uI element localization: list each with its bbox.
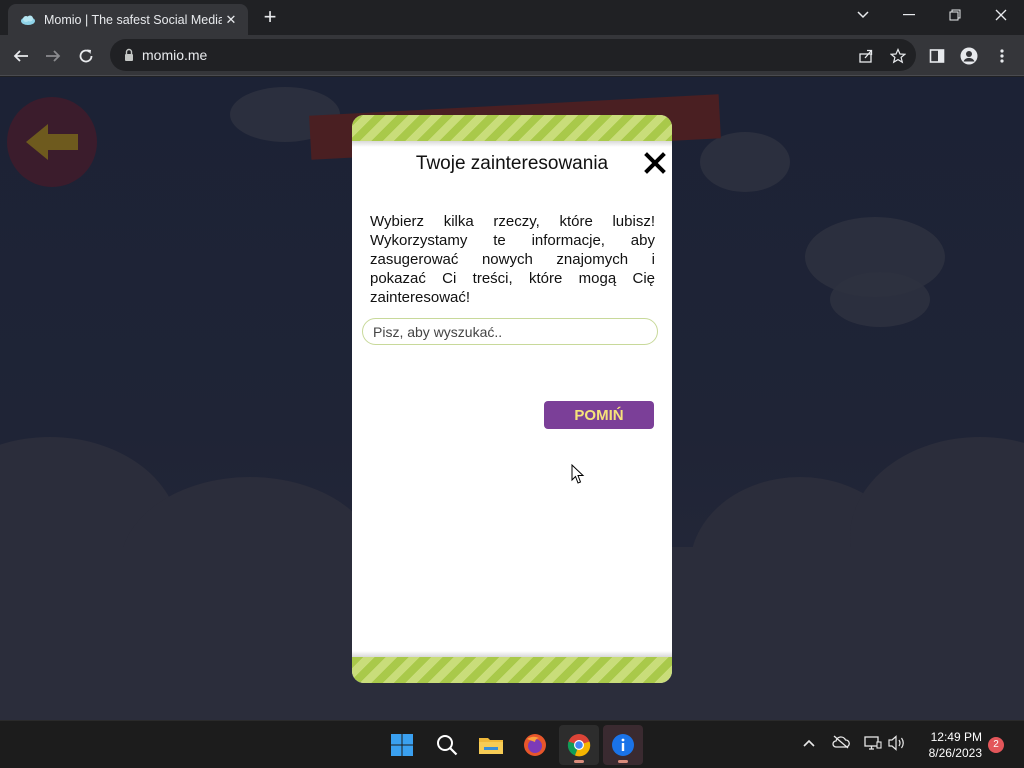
folder-icon [479, 738, 503, 754]
background-cloud [830, 272, 930, 327]
cloud-offline-icon [832, 735, 850, 749]
clock-time: 12:49 PM [930, 730, 982, 744]
star-icon [890, 48, 906, 64]
minimize-button[interactable] [886, 0, 932, 30]
profile-icon [960, 47, 978, 65]
mouse-cursor-icon [571, 464, 585, 484]
share-button[interactable] [853, 43, 879, 69]
windows-start-icon [391, 734, 413, 756]
arrow-left-icon [26, 124, 78, 160]
restore-button[interactable] [932, 0, 978, 30]
skip-button[interactable]: POMIŃ [544, 401, 654, 429]
page-viewport: Twoje zainteresowania Wybierz kilka rzec… [0, 77, 1024, 720]
onedrive-button[interactable] [832, 735, 850, 754]
tab-strip: Momio | The safest Social Media ✕ + [0, 0, 1024, 35]
chevron-down-icon [857, 11, 869, 19]
address-bar[interactable]: momio.me [110, 39, 916, 71]
firefox-icon [524, 734, 546, 756]
search-taskbar-button[interactable] [427, 725, 467, 765]
network-icon [864, 736, 882, 750]
tab-title: Momio | The safest Social Media [44, 12, 222, 27]
modal-title: Twoje zainteresowania [415, 153, 609, 174]
info-icon [612, 734, 634, 756]
interest-search-input[interactable] [362, 318, 658, 345]
network-button[interactable] [864, 735, 882, 756]
firefox-button[interactable] [515, 725, 555, 765]
clock-date: 8/26/2023 [928, 746, 982, 760]
chrome-icon [567, 734, 591, 757]
active-app-indicator [618, 760, 628, 763]
clock[interactable]: 12:49 PM 8/26/2023 [916, 729, 982, 761]
info-app-button[interactable] [603, 725, 643, 765]
back-nav-button[interactable] [8, 43, 34, 69]
windows-taskbar: 12:49 PM 8/26/2023 [0, 720, 1024, 768]
minimize-icon [903, 14, 915, 16]
modal-bottom-stripe [352, 651, 672, 683]
restore-icon [949, 9, 961, 21]
tab-close-icon[interactable]: ✕ [222, 12, 240, 28]
arrow-right-icon [46, 50, 61, 62]
close-icon [995, 9, 1007, 21]
lock-icon [125, 48, 133, 61]
volume-button[interactable] [888, 735, 906, 756]
arrow-left-icon [13, 50, 28, 62]
more-vert-icon [1000, 49, 1004, 63]
active-app-indicator [574, 760, 584, 763]
profile-button[interactable] [956, 43, 982, 69]
interests-modal: Twoje zainteresowania Wybierz kilka rzec… [352, 115, 672, 683]
chevron-up-icon [803, 739, 815, 747]
file-explorer-button[interactable] [471, 725, 511, 765]
menu-button[interactable] [989, 43, 1015, 69]
close-window-button[interactable] [978, 0, 1024, 30]
reload-icon [79, 49, 93, 63]
side-panel-button[interactable] [924, 43, 950, 69]
bookmark-button[interactable] [885, 43, 911, 69]
forward-nav-button[interactable] [40, 43, 66, 69]
notification-badge[interactable]: 2 [988, 737, 1004, 753]
start-button[interactable] [382, 725, 422, 765]
tab-search-button[interactable] [840, 0, 886, 30]
background-cloud [700, 132, 790, 192]
reload-button[interactable] [73, 43, 99, 69]
new-tab-button[interactable]: + [258, 6, 282, 30]
tab-momio[interactable]: Momio | The safest Social Media ✕ [8, 4, 248, 35]
modal-top-stripe [352, 115, 672, 147]
close-icon[interactable] [644, 152, 666, 174]
url-text: momio.me [142, 47, 208, 63]
browser-toolbar: momio.me [0, 35, 1024, 76]
share-icon [859, 49, 873, 63]
momio-cloud-icon [21, 15, 35, 25]
show-hidden-icons-button[interactable] [802, 735, 816, 753]
page-back-button[interactable] [7, 97, 97, 187]
modal-description: Wybierz kilka rzeczy, które lubisz! Wyko… [370, 213, 655, 306]
chrome-button[interactable] [559, 725, 599, 765]
speaker-icon [888, 735, 904, 751]
side-panel-icon [929, 49, 945, 63]
search-icon [437, 735, 458, 756]
